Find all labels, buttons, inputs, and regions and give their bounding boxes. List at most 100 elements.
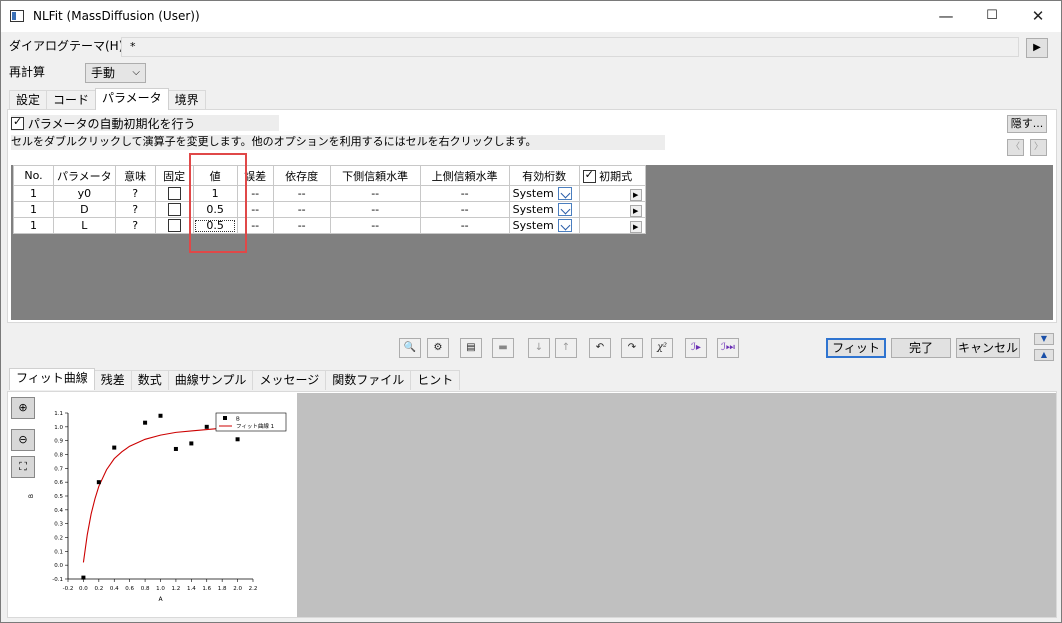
theme-label: ダイアログテーマ(H) [9,39,124,53]
tab-settings[interactable]: 設定 [9,90,48,110]
cell-dependency: -- [272,201,331,218]
fit-until-converged-icon[interactable]: ℐ⏭ [717,338,739,358]
parameter-init-icon[interactable]: ⚙ [427,338,449,358]
table-row[interactable]: 1 D ? 0.5 -- -- -- -- System ▶ [13,201,646,218]
fixed-checkbox[interactable] [167,203,181,217]
close-button[interactable]: ✕ [1015,1,1061,32]
cell-lower: -- [329,185,421,202]
cell-sig-digits[interactable]: System [508,185,580,202]
chevron-down-icon[interactable] [557,219,572,233]
tab-curve-sample[interactable]: 曲線サンプル [167,370,254,390]
tab-parameters[interactable]: パラメータ [95,88,169,110]
recalc-select[interactable]: 手動 ⌵ [85,63,146,83]
chevron-down-icon[interactable] [557,203,572,217]
cell-meaning[interactable]: ? [114,217,156,234]
window-title: NLFit (MassDiffusion (User)) [33,9,200,23]
y-tick-label: 0.1 [54,549,63,555]
tab-residual[interactable]: 残差 [93,370,132,390]
tab-hints[interactable]: ヒント [410,370,461,390]
theme-arrow-button[interactable]: ▶ [1026,38,1048,58]
expand-down-button[interactable]: ▲ [1034,349,1054,361]
data-point [112,445,117,450]
col-fixed: 固定 [154,165,194,186]
cell-meaning[interactable]: ? [114,185,156,202]
minimize-button[interactable]: — [923,1,969,32]
cell-sig-digits[interactable]: System [508,201,580,218]
arrow-right-icon[interactable]: ▶ [629,220,642,233]
tab-formula[interactable]: 数式 [130,370,169,390]
undo-icon[interactable]: ↶ [589,338,611,358]
y-tick-label: 0.5 [54,494,63,500]
next-button[interactable]: 〉 [1030,139,1047,156]
cell-init-formula[interactable]: ▶ [578,201,646,218]
table-row[interactable]: 1 y0 ? 1 -- -- -- -- System ▶ [13,185,646,202]
cancel-button[interactable]: キャンセル [956,338,1020,358]
y-tick-label: 0.3 [54,522,63,528]
value-column-highlight [189,153,247,253]
theme-field[interactable]: * [121,37,1019,57]
fixed-checkbox[interactable] [167,219,181,233]
collapse-up-button[interactable]: ▼ [1034,333,1054,345]
chevron-down-icon[interactable] [557,187,572,201]
sort-up-icon[interactable]: ↑ [555,338,577,358]
cell-init-formula[interactable]: ▶ [578,217,646,234]
cell-meaning[interactable]: ? [114,201,156,218]
fixed-checkbox[interactable] [167,187,181,201]
arrow-right-icon[interactable]: ▶ [629,204,642,217]
arrow-right-icon[interactable]: ▶ [629,188,642,201]
sort-down-icon[interactable]: ↓ [528,338,550,358]
zoom-in-icon[interactable]: ⊕ [11,397,35,419]
cell-init-formula[interactable]: ▶ [578,185,646,202]
tab-messages[interactable]: メッセージ [252,370,327,390]
cell-sig-digits[interactable]: System [508,217,580,234]
done-button[interactable]: 完了 [891,338,951,358]
title-bar[interactable]: NLFit (MassDiffusion (User)) — ☐ ✕ [1,1,1061,32]
cell-fixed[interactable] [154,201,194,218]
auto-init-checkbox[interactable] [11,115,24,130]
cell-no: 1 [13,201,54,218]
auto-init-row[interactable]: パラメータの自動初期化を行う [11,115,279,131]
col-init-formula[interactable]: 初期式 [578,165,646,186]
one-iteration-icon[interactable]: ℐ▸ [685,338,707,358]
tab-code[interactable]: コード [46,90,97,110]
cell-param[interactable]: D [53,201,116,218]
data-point [189,441,194,446]
theme-value: * [130,40,136,53]
calculator-icon[interactable]: ▤ [460,338,482,358]
init-formula-checkbox[interactable] [582,168,596,183]
col-upper: 上側信頼水準 [419,165,510,186]
cell-no: 1 [13,217,54,234]
chi-square-icon[interactable]: χ² [651,338,673,358]
y-tick-label: 0.9 [54,439,63,445]
legend-label-b: B [236,417,240,423]
table-row[interactable]: 1 L ? 0.5 -- -- -- -- System ▶ [13,217,646,234]
recalc-value: 手動 [91,66,116,80]
data-point [235,437,240,442]
tab-fit-curve[interactable]: フィット曲線 [9,368,95,390]
col-meaning: 意味 [114,165,156,186]
x-tick-label: 2.0 [233,586,242,592]
y-tick-label: 1.0 [54,425,63,431]
maximize-button[interactable]: ☐ [969,1,1015,32]
save-icon[interactable]: ▬ [492,338,514,358]
cell-param[interactable]: L [53,217,116,234]
y-tick-label: 0.4 [54,508,63,514]
prev-button[interactable]: 〈 [1007,139,1024,156]
cell-param[interactable]: y0 [53,185,116,202]
x-tick-label: 0.4 [110,586,119,592]
cell-fixed[interactable] [154,217,194,234]
cell-fixed[interactable] [154,185,194,202]
tab-function-file[interactable]: 関数ファイル [325,370,412,390]
fit-curve-chart: -0.2 0.0 0.2 0.4 0.6 0.8 1.0 1.2 1.4 1.6 1.8 2.0 2.2… [11,393,295,615]
cell-no: 1 [13,185,54,202]
zoom-fit-icon[interactable]: ⛶ [11,456,35,478]
app-icon [10,10,24,22]
tab-bounds[interactable]: 境界 [167,90,206,110]
fit-button[interactable]: フィット [826,338,886,358]
cell-upper: -- [419,201,510,218]
col-lower: 下側信頼水準 [329,165,421,186]
redo-icon[interactable]: ↷ [621,338,643,358]
fit-report-icon[interactable]: 🔍 [399,338,421,358]
zoom-out-icon[interactable]: ⊖ [11,429,35,451]
hide-button[interactable]: 隠す... [1007,115,1047,133]
